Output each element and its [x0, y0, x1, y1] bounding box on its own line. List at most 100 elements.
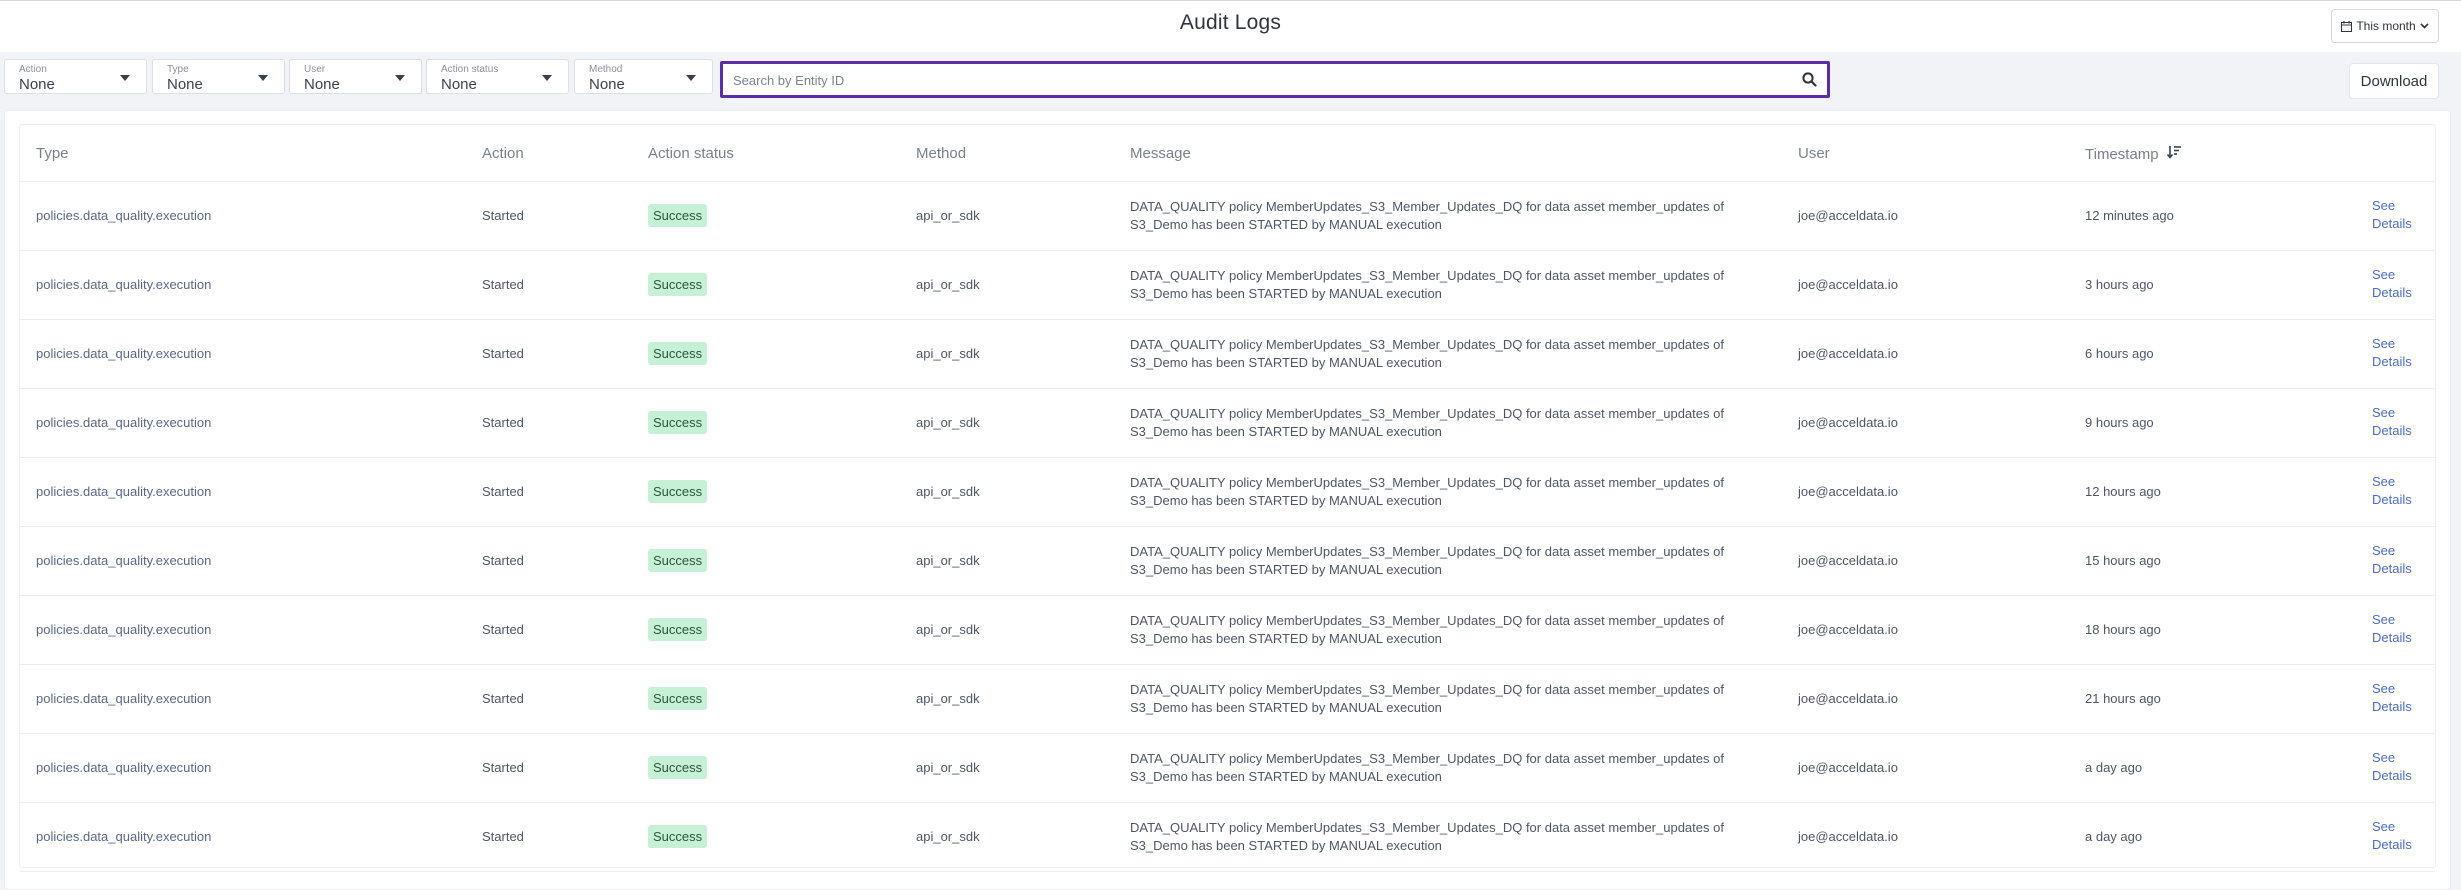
cell-timestamp: 15 hours ago	[2085, 553, 2161, 568]
search-icon[interactable]	[1802, 72, 1817, 92]
column-header-message: Message	[1130, 145, 1191, 162]
cell-user: joe@acceldata.io	[1798, 553, 1898, 568]
cell-timestamp: 21 hours ago	[2085, 691, 2161, 706]
table-row[interactable]: policies.data_quality.execution Started Su…	[20, 458, 2435, 527]
cell-timestamp: 3 hours ago	[2085, 277, 2154, 292]
cell-method: api_or_sdk	[916, 760, 980, 775]
download-button[interactable]: Download	[2349, 63, 2439, 99]
see-details-link[interactable]: See Details	[2372, 680, 2412, 716]
cell-action: Started	[482, 553, 524, 568]
cell-action: Started	[482, 760, 524, 775]
see-details-link[interactable]: See Details	[2372, 197, 2412, 233]
sort-descending-icon[interactable]	[2166, 145, 2182, 163]
cell-type: policies.data_quality.execution	[36, 691, 212, 706]
see-details-link[interactable]: See Details	[2372, 335, 2412, 371]
caret-down-icon	[258, 75, 268, 81]
cell-message: DATA_QUALITY policy MemberUpdates_S3_Mem…	[1130, 820, 1724, 853]
cell-user: joe@acceldata.io	[1798, 415, 1898, 430]
column-header-timestamp[interactable]: Timestamp	[2085, 145, 2182, 163]
cell-type: policies.data_quality.execution	[36, 346, 212, 361]
entity-search	[720, 61, 1830, 98]
column-header-user: User	[1798, 145, 1830, 162]
status-badge: Success	[648, 825, 708, 848]
table-row[interactable]: policies.data_quality.execution Started Su…	[20, 596, 2435, 665]
cell-method: api_or_sdk	[916, 208, 980, 223]
cell-type: policies.data_quality.execution	[36, 829, 212, 844]
calendar-icon	[2341, 20, 2353, 32]
filter-action[interactable]: Action None	[4, 59, 147, 94]
cell-action: Started	[482, 346, 524, 361]
caret-down-icon	[395, 75, 405, 81]
top-bar: Audit Logs This month	[0, 0, 2461, 52]
filter-value: None	[19, 76, 55, 93]
cell-action: Started	[482, 829, 524, 844]
cell-timestamp: a day ago	[2085, 829, 2143, 844]
cell-type: policies.data_quality.execution	[36, 415, 212, 430]
filter-method[interactable]: Method None	[574, 59, 713, 94]
column-header-method: Method	[916, 145, 967, 162]
see-details-link[interactable]: See Details	[2372, 266, 2412, 302]
cell-user: joe@acceldata.io	[1798, 760, 1898, 775]
audit-log-card: Type Action Action status Method Message…	[4, 110, 2451, 890]
filter-value: None	[167, 76, 203, 93]
cell-message: DATA_QUALITY policy MemberUpdates_S3_Mem…	[1130, 613, 1724, 646]
status-badge: Success	[648, 204, 708, 227]
cell-type: policies.data_quality.execution	[36, 277, 212, 292]
timestamp-header-label: Timestamp	[2085, 145, 2159, 163]
see-details-link[interactable]: See Details	[2372, 473, 2412, 509]
see-details-link[interactable]: See Details	[2372, 542, 2412, 578]
see-details-link[interactable]: See Details	[2372, 749, 2412, 785]
chevron-down-icon	[2420, 23, 2429, 29]
caret-down-icon	[686, 75, 696, 81]
see-details-link[interactable]: See Details	[2372, 611, 2412, 647]
cell-action: Started	[482, 622, 524, 637]
status-badge: Success	[648, 687, 708, 710]
table-row[interactable]: policies.data_quality.execution Started Su…	[20, 251, 2435, 320]
table-row[interactable]: policies.data_quality.execution Started Su…	[20, 527, 2435, 596]
filter-type[interactable]: Type None	[152, 59, 285, 94]
cell-message: DATA_QUALITY policy MemberUpdates_S3_Mem…	[1130, 199, 1724, 232]
cell-timestamp: 12 hours ago	[2085, 484, 2161, 499]
filter-label: Action status	[441, 64, 499, 75]
cell-user: joe@acceldata.io	[1798, 208, 1898, 223]
caret-down-icon	[542, 75, 552, 81]
cell-message: DATA_QUALITY policy MemberUpdates_S3_Mem…	[1130, 406, 1724, 439]
see-details-link[interactable]: See Details	[2372, 818, 2412, 854]
date-range-label: This month	[2356, 19, 2416, 33]
filter-action-status[interactable]: Action status None	[426, 59, 569, 94]
table-row[interactable]: policies.data_quality.execution Started Su…	[20, 182, 2435, 251]
table-row[interactable]: policies.data_quality.execution Started Su…	[20, 665, 2435, 734]
status-badge: Success	[648, 549, 708, 572]
filter-value: None	[589, 76, 625, 93]
cell-method: api_or_sdk	[916, 553, 980, 568]
filter-user[interactable]: User None	[289, 59, 422, 94]
table-row[interactable]: policies.data_quality.execution Started Su…	[20, 320, 2435, 389]
cell-user: joe@acceldata.io	[1798, 346, 1898, 361]
status-badge: Success	[648, 411, 708, 434]
filter-label: User	[304, 64, 326, 75]
cell-message: DATA_QUALITY policy MemberUpdates_S3_Mem…	[1130, 682, 1724, 715]
filter-label: Action	[19, 64, 47, 75]
caret-down-icon	[120, 75, 130, 81]
date-range-picker[interactable]: This month	[2331, 9, 2439, 43]
cell-message: DATA_QUALITY policy MemberUpdates_S3_Mem…	[1130, 268, 1724, 301]
cell-timestamp: 6 hours ago	[2085, 346, 2154, 361]
cell-user: joe@acceldata.io	[1798, 484, 1898, 499]
cell-user: joe@acceldata.io	[1798, 829, 1898, 844]
table-row[interactable]: policies.data_quality.execution Started Su…	[20, 389, 2435, 458]
cell-type: policies.data_quality.execution	[36, 760, 212, 775]
column-header-type: Type	[36, 145, 69, 162]
see-details-link[interactable]: See Details	[2372, 404, 2412, 440]
cell-method: api_or_sdk	[916, 691, 980, 706]
cell-type: policies.data_quality.execution	[36, 553, 212, 568]
search-input[interactable]	[733, 69, 1773, 91]
cell-timestamp: 12 minutes ago	[2085, 208, 2174, 223]
table-row[interactable]: policies.data_quality.execution Started Su…	[20, 734, 2435, 803]
cell-method: api_or_sdk	[916, 415, 980, 430]
cell-user: joe@acceldata.io	[1798, 622, 1898, 637]
cell-method: api_or_sdk	[916, 829, 980, 844]
cell-action: Started	[482, 208, 524, 223]
cell-message: DATA_QUALITY policy MemberUpdates_S3_Mem…	[1130, 751, 1724, 784]
column-header-action: Action	[482, 145, 524, 162]
table-row[interactable]: policies.data_quality.execution Started Su…	[20, 803, 2435, 872]
